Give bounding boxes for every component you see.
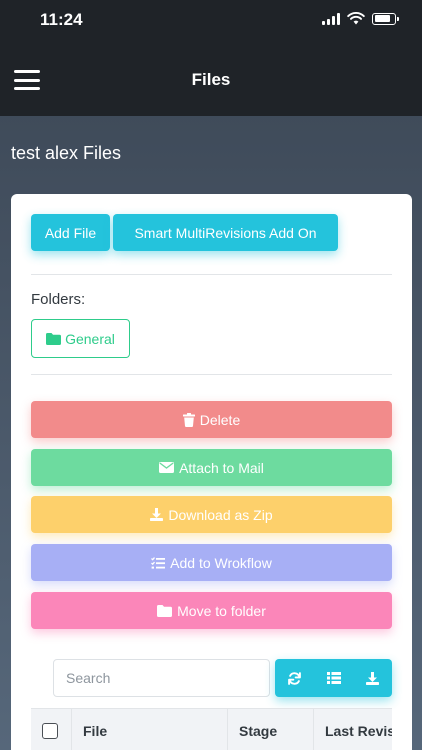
download-as-zip-label: Download as Zip: [168, 506, 273, 523]
add-to-workflow-button[interactable]: Add to Wrokflow: [31, 544, 392, 581]
files-card: Add File Smart MultiRevisions Add On Fol…: [11, 194, 412, 750]
column-divider: [71, 709, 72, 750]
download-as-zip-button[interactable]: Download as Zip: [31, 496, 392, 533]
table-toolbar: [275, 659, 392, 697]
folder-label: General: [65, 330, 115, 347]
divider: [31, 374, 392, 375]
attach-to-mail-label: Attach to Mail: [179, 459, 264, 476]
folder-icon: [46, 332, 62, 345]
download-icon: [366, 671, 379, 685]
battery-icon: [372, 12, 399, 25]
refresh-icon: [288, 671, 301, 685]
export-button[interactable]: [353, 659, 392, 697]
divider: [31, 274, 392, 275]
status-time: 11:24: [40, 10, 83, 29]
files-heading: test alex Files: [11, 143, 122, 163]
column-header-file[interactable]: File: [83, 709, 107, 750]
column-header-stage[interactable]: Stage: [239, 709, 277, 750]
signal-icon: [322, 12, 340, 25]
list-check-icon: [151, 556, 166, 569]
envelope-icon: [159, 462, 175, 473]
add-file-button[interactable]: Add File: [31, 214, 110, 251]
status-icons: [322, 12, 399, 25]
smart-multirevisions-button[interactable]: Smart MultiRevisions Add On: [113, 214, 338, 251]
list-icon: [326, 672, 341, 684]
add-to-workflow-label: Add to Wrokflow: [170, 554, 272, 571]
table-header: File Stage Last Revis: [31, 708, 392, 750]
select-all-checkbox[interactable]: [42, 723, 58, 739]
attach-to-mail-button[interactable]: Attach to Mail: [31, 449, 392, 486]
wifi-icon: [347, 12, 365, 25]
download-icon: [150, 508, 164, 521]
folder-icon: [157, 604, 173, 617]
app-header: 11:24 Files: [0, 0, 422, 116]
list-view-button[interactable]: [314, 659, 353, 697]
move-to-folder-label: Move to folder: [177, 602, 266, 619]
delete-label: Delete: [199, 411, 241, 428]
column-divider: [313, 709, 314, 750]
trash-icon: [182, 412, 195, 427]
search-input[interactable]: [53, 659, 270, 697]
folders-label: Folders:: [31, 291, 86, 308]
delete-button[interactable]: Delete: [31, 401, 392, 438]
folder-general-button[interactable]: General: [31, 319, 130, 358]
column-divider: [227, 709, 228, 750]
select-all-cell: [42, 709, 58, 750]
page-title: Files: [191, 70, 231, 89]
column-header-last-revision[interactable]: Last Revis: [325, 709, 392, 750]
move-to-folder-button[interactable]: Move to folder: [31, 592, 392, 629]
refresh-button[interactable]: [275, 659, 314, 697]
